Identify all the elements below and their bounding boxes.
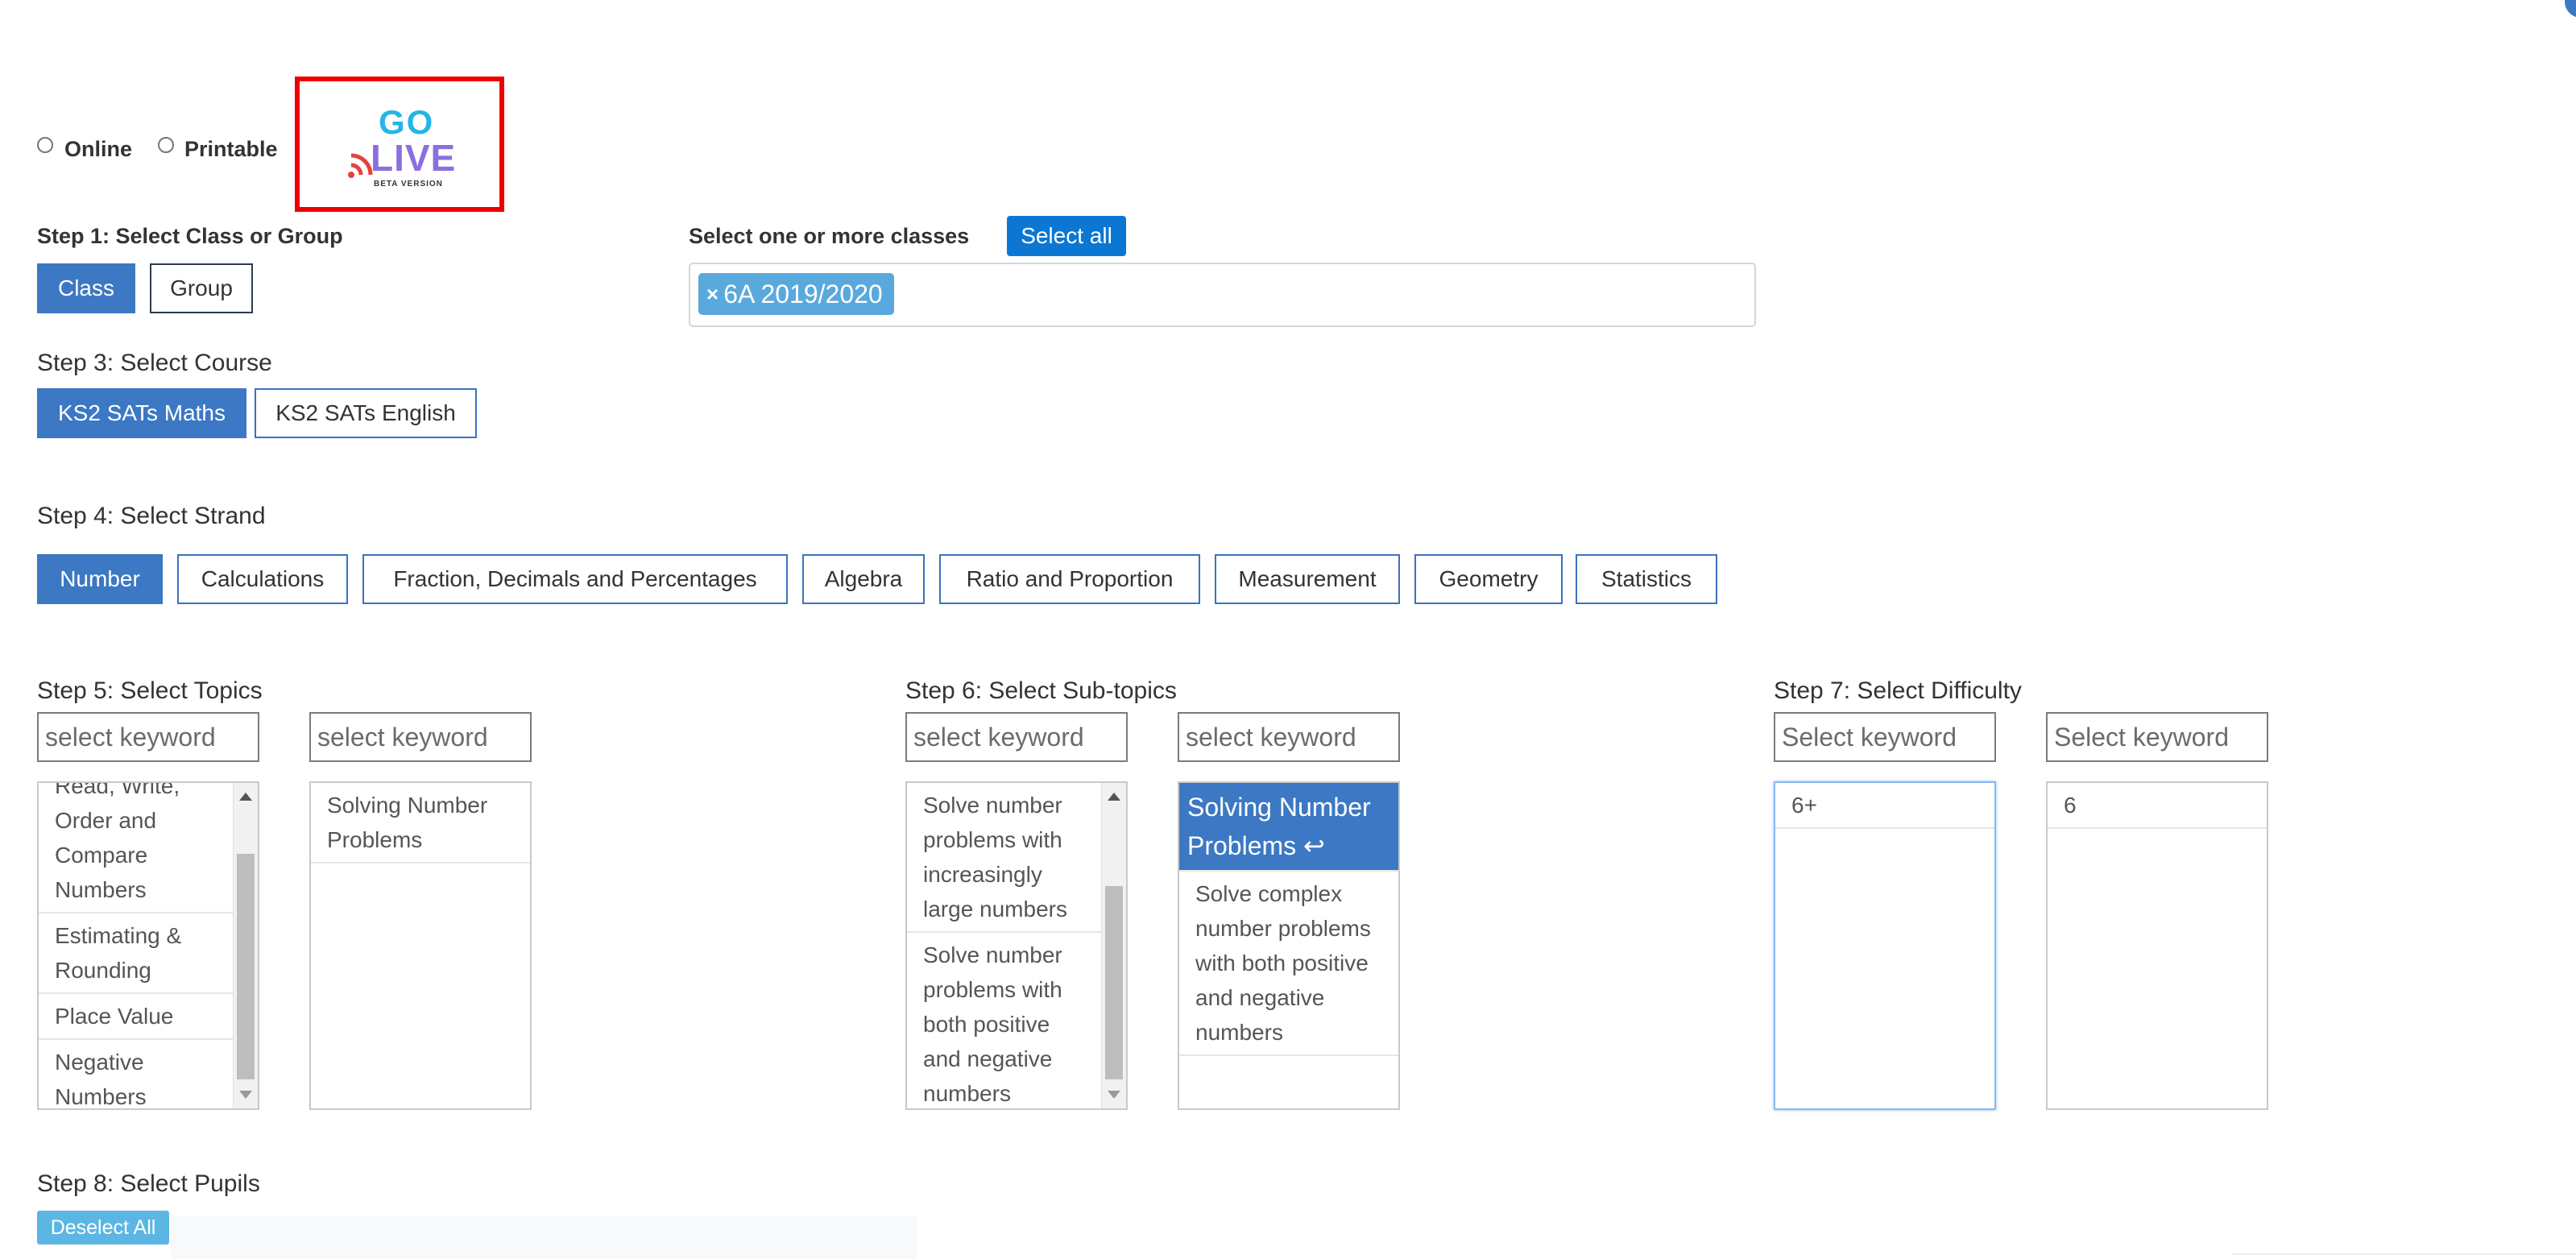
scroll-thumb[interactable] — [237, 854, 255, 1079]
strand-fractions-button[interactable]: Fraction, Decimals and Percentages — [362, 554, 788, 604]
divider — [2231, 1253, 2576, 1255]
subtopic-group-header[interactable]: Solving Number Problems ↩ — [1179, 783, 1398, 872]
step6-label: Step 6: Select Sub-topics — [905, 677, 1177, 704]
strand-algebra-button[interactable]: Algebra — [802, 554, 925, 604]
topics-keyword-input-left[interactable]: select keyword — [37, 712, 259, 762]
printable-label: Printable — [184, 137, 278, 161]
printable-radio[interactable] — [158, 137, 174, 153]
subtopics-available-list[interactable]: Solve number problems with increasingly … — [905, 781, 1128, 1110]
golive-logo-highlight[interactable]: GO LIVE BETA VERSION — [295, 77, 504, 212]
classes-label: Select one or more classes — [689, 224, 970, 248]
class-chip-label: 6A 2019/2020 — [723, 279, 883, 309]
step7-label: Step 7: Select Difficulty — [1774, 677, 2022, 704]
strand-geometry-button[interactable]: Geometry — [1414, 554, 1563, 604]
subtopics-scrollbar[interactable] — [1101, 783, 1126, 1108]
topic-item[interactable]: Read, Write, Order and Compare Numbers — [39, 783, 234, 913]
select-all-button[interactable]: Select all — [1007, 216, 1126, 256]
deselect-all-button[interactable]: Deselect All — [37, 1211, 169, 1245]
course-ks2-maths-button[interactable]: KS2 SATs Maths — [37, 388, 246, 438]
strand-number-button[interactable]: Number — [37, 554, 163, 604]
strand-measurement-button[interactable]: Measurement — [1215, 554, 1400, 604]
return-arrow-icon: ↩ — [1303, 831, 1325, 860]
avatar[interactable] — [2565, 0, 2576, 18]
subtopics-keyword-input-left[interactable]: select keyword — [905, 712, 1128, 762]
difficulty-item[interactable]: 6+ — [1775, 783, 1994, 829]
strand-statistics-button[interactable]: Statistics — [1576, 554, 1717, 604]
difficulty-selected-list[interactable]: 6 — [2046, 781, 2268, 1110]
topics-selected-list[interactable]: Solving Number Problems — [309, 781, 532, 1110]
class-multiselect[interactable]: × 6A 2019/2020 — [689, 263, 1756, 327]
course-ks2-english-button[interactable]: KS2 SATs English — [255, 388, 477, 438]
step1-label: Step 1: Select Class or Group — [37, 224, 343, 248]
pupils-panel — [171, 1216, 917, 1259]
subtopic-group-label: Solving Number Problems — [1187, 793, 1371, 860]
step8-label: Step 8: Select Pupils — [37, 1170, 260, 1197]
topics-scrollbar[interactable] — [233, 783, 258, 1108]
scroll-down-icon[interactable] — [1108, 1091, 1120, 1099]
step3-label: Step 3: Select Course — [37, 350, 272, 376]
remove-chip-icon[interactable]: × — [706, 282, 719, 307]
step5-label: Step 5: Select Topics — [37, 677, 263, 704]
difficulty-keyword-input-right[interactable]: Select keyword — [2046, 712, 2268, 762]
scroll-up-icon[interactable] — [1108, 793, 1120, 801]
subtopic-item[interactable]: Solve number problems with both positive… — [907, 933, 1102, 1108]
selected-topic-item[interactable]: Solving Number Problems — [311, 783, 530, 863]
scroll-down-icon[interactable] — [239, 1091, 252, 1099]
subtopics-keyword-input-right[interactable]: select keyword — [1178, 712, 1400, 762]
topic-item[interactable]: Negative Numbers — [39, 1040, 234, 1108]
subtopic-item[interactable]: Solve number problems with increasingly … — [907, 783, 1102, 933]
strand-ratio-button[interactable]: Ratio and Proportion — [939, 554, 1200, 604]
difficulty-available-list[interactable]: 6+ — [1774, 781, 1996, 1110]
class-button[interactable]: Class — [37, 263, 135, 313]
scroll-up-icon[interactable] — [239, 793, 252, 801]
step4-label: Step 4: Select Strand — [37, 503, 266, 529]
topics-available-list[interactable]: Read, Write, Order and Compare Numbers E… — [37, 781, 259, 1110]
topics-keyword-input-right[interactable]: select keyword — [309, 712, 532, 762]
selected-subtopic-item[interactable]: Solve complex number problems with both … — [1179, 872, 1398, 1056]
class-chip[interactable]: × 6A 2019/2020 — [698, 273, 894, 315]
topic-item[interactable]: Estimating & Rounding — [39, 913, 234, 994]
scroll-thumb[interactable] — [1105, 886, 1123, 1079]
golive-live-text: LIVE — [371, 137, 457, 179]
golive-beta-text: BETA VERSION — [374, 180, 443, 188]
golive-go-text: GO — [379, 103, 435, 141]
online-radio[interactable] — [37, 137, 53, 153]
difficulty-keyword-input-left[interactable]: Select keyword — [1774, 712, 1996, 762]
selected-difficulty-item[interactable]: 6 — [2048, 783, 2267, 829]
group-button[interactable]: Group — [150, 263, 253, 313]
strand-calculations-button[interactable]: Calculations — [177, 554, 348, 604]
online-label: Online — [64, 137, 133, 161]
topic-item[interactable]: Place Value — [39, 994, 234, 1040]
subtopics-selected-list[interactable]: Solving Number Problems ↩ Solve complex … — [1178, 781, 1400, 1110]
